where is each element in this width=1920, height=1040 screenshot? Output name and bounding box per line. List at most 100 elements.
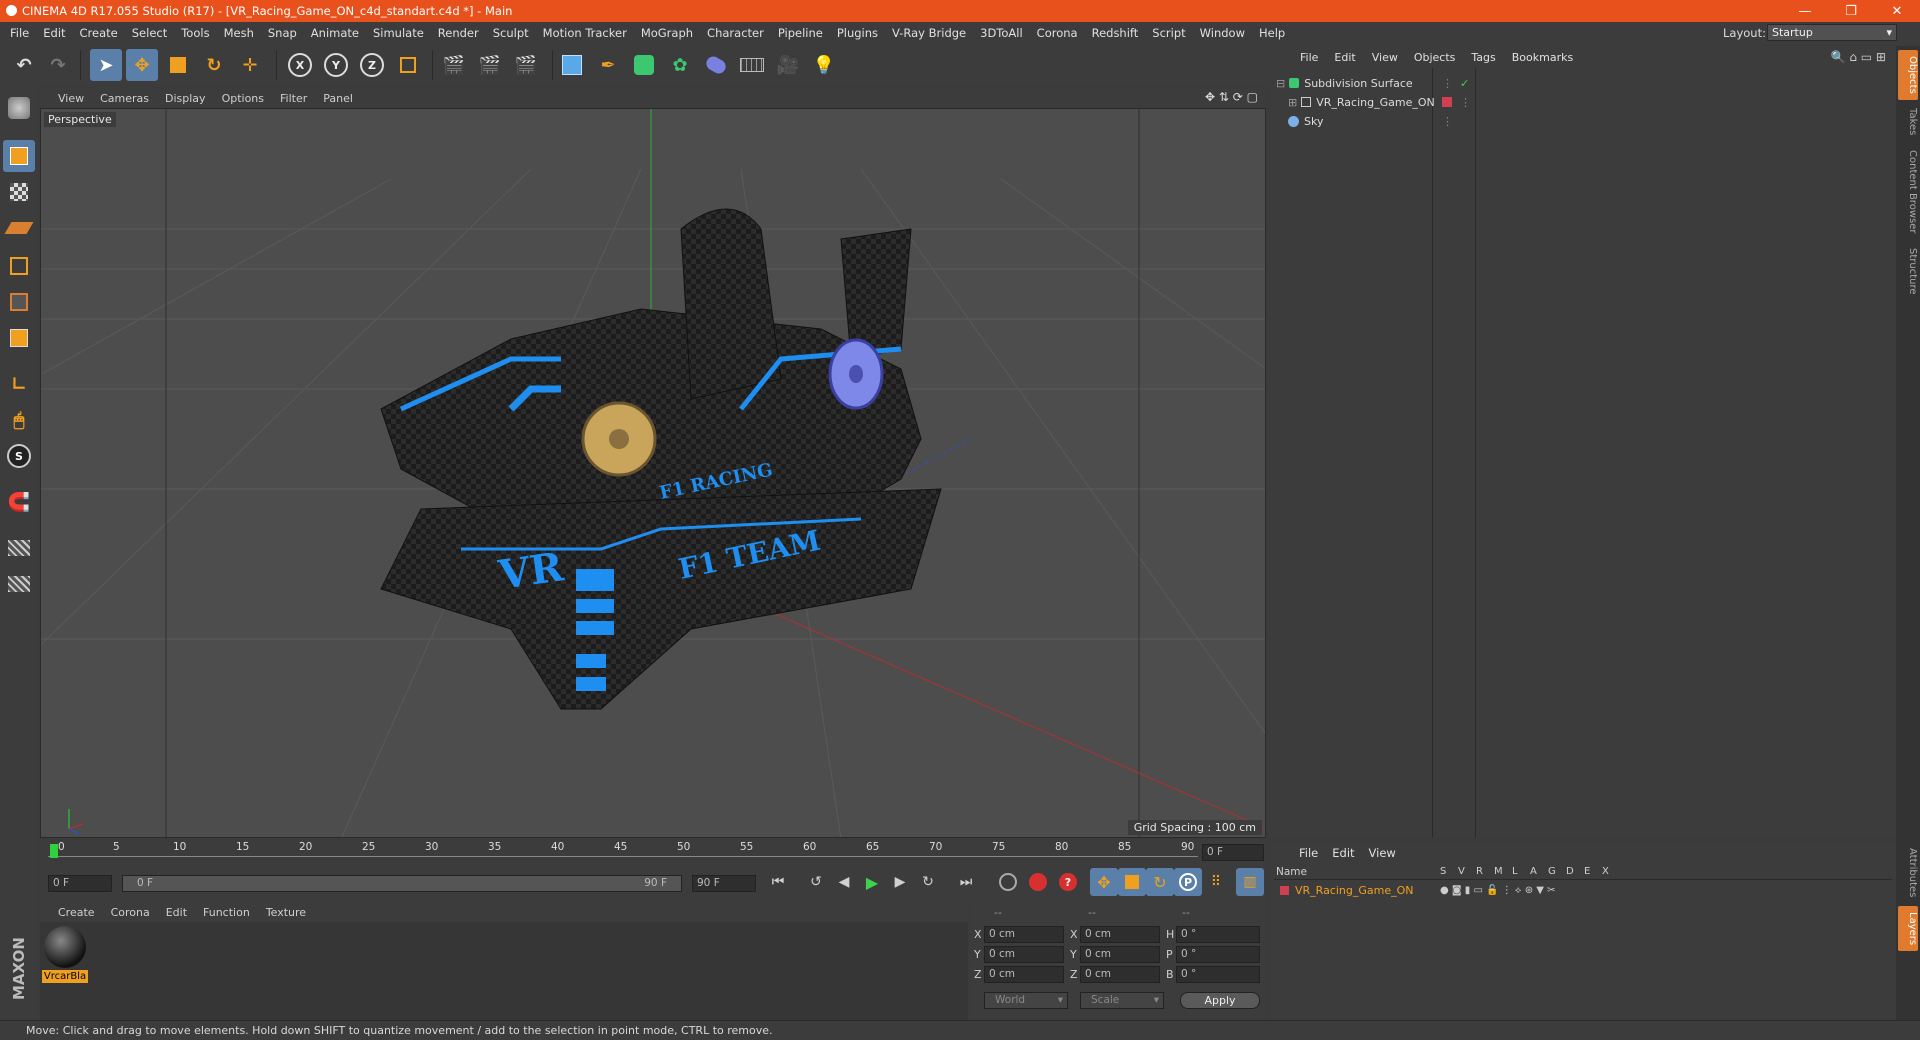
- key-scale-button[interactable]: [1118, 868, 1146, 896]
- minimize-button[interactable]: —: [1782, 0, 1828, 22]
- edges-mode-button[interactable]: [3, 286, 35, 318]
- enabled-check-icon[interactable]: ✓: [1460, 77, 1469, 90]
- vp-menu-display[interactable]: Display: [157, 92, 214, 105]
- keyframe-selection-button[interactable]: ?: [1054, 868, 1082, 896]
- vp-menu-options[interactable]: Options: [214, 92, 272, 105]
- menu-3dtoall[interactable]: 3DToAll: [973, 26, 1030, 40]
- menu-corona[interactable]: Corona: [1030, 26, 1085, 40]
- timeline-window-button[interactable]: ▥: [1236, 868, 1264, 896]
- visibility-dots-icon[interactable]: ⋮: [1442, 115, 1453, 128]
- obj-manager-toolbar-icons[interactable]: 🔍 ⌂ ▭ ⊞: [1831, 50, 1886, 64]
- tweak-mode-button[interactable]: 🖱: [3, 404, 35, 436]
- model-mode-button[interactable]: [3, 140, 35, 172]
- render-view-button[interactable]: 🎬: [438, 49, 470, 81]
- play-button[interactable]: ▶: [858, 868, 886, 896]
- auto-key-button[interactable]: [1024, 868, 1052, 896]
- visibility-dots-icon[interactable]: ⋮: [1442, 77, 1453, 90]
- coordinate-system-button[interactable]: [392, 49, 424, 81]
- layer-menu-view[interactable]: View: [1362, 846, 1403, 860]
- size-y-field[interactable]: 0 cm: [1080, 946, 1160, 963]
- planar-workplane-button[interactable]: [3, 568, 35, 600]
- rot-b-field[interactable]: 0 °: [1176, 966, 1260, 983]
- end-frame-field[interactable]: 90 F: [692, 875, 756, 892]
- menu-animate[interactable]: Animate: [304, 26, 366, 40]
- snap-button[interactable]: S: [3, 440, 35, 472]
- menu-mesh[interactable]: Mesh: [217, 26, 261, 40]
- key-parameter-button[interactable]: P: [1174, 868, 1202, 896]
- layer-menu-edit[interactable]: Edit: [1325, 846, 1361, 860]
- menu-select[interactable]: Select: [125, 26, 174, 40]
- polygons-mode-button[interactable]: [3, 322, 35, 354]
- key-pla-button[interactable]: ⠿: [1202, 868, 1230, 896]
- size-x-field[interactable]: 0 cm: [1080, 926, 1160, 943]
- z-axis-button[interactable]: Z: [356, 49, 388, 81]
- menu-character[interactable]: Character: [700, 26, 771, 40]
- goto-start-button[interactable]: ⏮: [764, 868, 792, 896]
- record-keys-button[interactable]: [994, 868, 1022, 896]
- current-frame-field[interactable]: 0 F: [1202, 844, 1264, 861]
- next-frame-button[interactable]: ▶: [886, 868, 914, 896]
- viewport-nav-icons[interactable]: ✥ ⇅ ⟳ ▢: [1205, 90, 1258, 104]
- prev-keyframe-button[interactable]: ↺: [802, 868, 830, 896]
- vp-menu-cameras[interactable]: Cameras: [92, 92, 157, 105]
- size-z-field[interactable]: 0 cm: [1080, 966, 1160, 983]
- viewport-perspective[interactable]: VR F1 TEAM F1 RACING Perspective Grid Sp…: [40, 108, 1266, 838]
- points-mode-button[interactable]: [3, 250, 35, 282]
- menu-simulate[interactable]: Simulate: [366, 26, 431, 40]
- menu-edit[interactable]: Edit: [36, 26, 72, 40]
- menu-pipeline[interactable]: Pipeline: [771, 26, 830, 40]
- coord-system-select[interactable]: World ▾: [984, 992, 1068, 1009]
- next-keyframe-button[interactable]: ↻: [914, 868, 942, 896]
- vp-menu-panel[interactable]: Panel: [315, 92, 361, 105]
- tab-content-browser[interactable]: Content Browser: [1898, 144, 1918, 239]
- pos-y-field[interactable]: 0 cm: [984, 946, 1064, 963]
- object-row-sky[interactable]: Sky ⋮: [1288, 112, 1453, 130]
- rot-p-field[interactable]: 0 °: [1176, 946, 1260, 963]
- make-editable-button[interactable]: [3, 92, 35, 124]
- material-swatch[interactable]: VrcarBla: [42, 924, 88, 983]
- restore-button[interactable]: ❐: [1828, 0, 1874, 22]
- add-light-button[interactable]: 💡: [808, 49, 840, 81]
- layer-toggle-icons[interactable]: ● ◙ ▮ ▭ 🔓 ⋮ ⟡ ⊛ ▼ ✂: [1440, 885, 1556, 896]
- mat-menu-texture[interactable]: Texture: [258, 906, 314, 919]
- tab-attributes[interactable]: Attributes: [1898, 842, 1918, 903]
- redo-button[interactable]: ↷: [42, 49, 74, 81]
- add-deformer-button[interactable]: [700, 49, 732, 81]
- x-axis-button[interactable]: X: [284, 49, 316, 81]
- menu-file[interactable]: File: [3, 26, 36, 40]
- menu-script[interactable]: Script: [1145, 26, 1192, 40]
- layer-row[interactable]: VR_Racing_Game_ON ● ◙ ▮ ▭ 🔓 ⋮ ⟡ ⊛ ▼ ✂: [1280, 882, 1556, 898]
- prev-frame-button[interactable]: ◀: [830, 868, 858, 896]
- add-camera-button[interactable]: 🎥: [772, 49, 804, 81]
- key-rotation-button[interactable]: ↻: [1146, 868, 1174, 896]
- menu-snap[interactable]: Snap: [261, 26, 304, 40]
- magnet-button[interactable]: 🧲: [3, 486, 35, 518]
- menu-vray-bridge[interactable]: V-Ray Bridge: [885, 26, 973, 40]
- add-pen-spline-button[interactable]: ✒: [592, 49, 624, 81]
- obj-menu-file[interactable]: File: [1292, 51, 1326, 64]
- tab-takes[interactable]: Takes: [1898, 102, 1918, 141]
- mat-menu-corona[interactable]: Corona: [103, 906, 158, 919]
- pos-z-field[interactable]: 0 cm: [984, 966, 1064, 983]
- layer-menu-file[interactable]: File: [1292, 846, 1325, 860]
- mat-menu-create[interactable]: Create: [50, 906, 103, 919]
- rotate-tool-button[interactable]: ↻: [198, 49, 230, 81]
- start-frame-field[interactable]: 0 F: [48, 875, 112, 892]
- menu-render[interactable]: Render: [431, 26, 486, 40]
- obj-menu-bookmarks[interactable]: Bookmarks: [1504, 51, 1581, 64]
- render-settings-button[interactable]: 🎬: [510, 49, 542, 81]
- menu-plugins[interactable]: Plugins: [830, 26, 885, 40]
- object-row-subdivision[interactable]: ⊟ Subdivision Surface ⋮ ✓: [1276, 74, 1469, 92]
- axis-mode-button[interactable]: ∟: [3, 368, 35, 400]
- render-picture-viewer-button[interactable]: 🎬: [474, 49, 506, 81]
- move-tool-button[interactable]: ✥: [126, 49, 158, 81]
- recent-tool-button[interactable]: ✛: [234, 49, 266, 81]
- tab-layers[interactable]: Layers: [1898, 906, 1918, 952]
- rot-h-field[interactable]: 0 °: [1176, 926, 1260, 943]
- close-button[interactable]: ✕: [1874, 0, 1920, 22]
- lock-workplane-button[interactable]: [3, 532, 35, 564]
- menu-help[interactable]: Help: [1252, 26, 1292, 40]
- mat-menu-function[interactable]: Function: [195, 906, 258, 919]
- menu-create[interactable]: Create: [73, 26, 125, 40]
- obj-menu-edit[interactable]: Edit: [1326, 51, 1363, 64]
